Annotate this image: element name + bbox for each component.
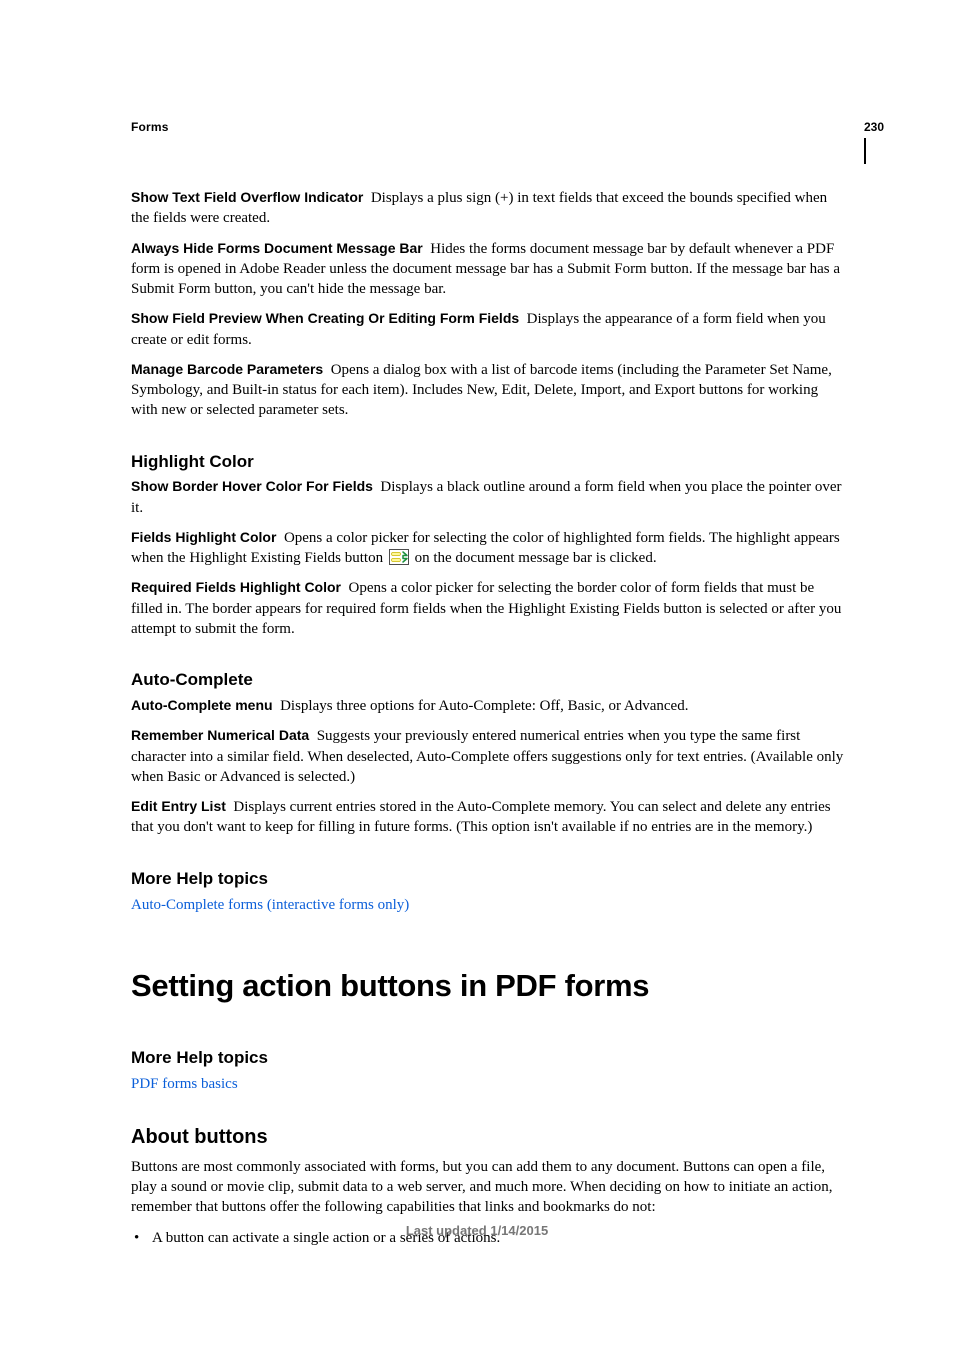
def-text: Displays current entries stored in the A… <box>131 799 831 835</box>
def-text-post: on the document message bar is clicked. <box>415 550 657 566</box>
def-term: Show Text Field Overflow Indicator <box>131 189 363 205</box>
heading-setting-action-buttons: Setting action buttons in PDF forms <box>131 965 847 1007</box>
page-number-rule <box>864 138 866 164</box>
more-help-1-link-row: Auto-Complete forms (interactive forms o… <box>131 895 847 915</box>
heading-highlight-color: Highlight Color <box>131 451 847 474</box>
footer-last-updated: Last updated 1/14/2015 <box>0 1223 954 1238</box>
content: Show Text Field Overflow Indicator Displ… <box>131 188 847 1248</box>
def-term: Fields Highlight Color <box>131 529 276 545</box>
def-term: Edit Entry List <box>131 798 226 814</box>
def-overflow: Show Text Field Overflow Indicator Displ… <box>131 188 847 229</box>
link-pdf-forms-basics[interactable]: PDF forms basics <box>131 1076 238 1092</box>
heading-about-buttons: About buttons <box>131 1124 847 1151</box>
def-term: Show Border Hover Color For Fields <box>131 478 373 494</box>
def-term: Manage Barcode Parameters <box>131 361 323 377</box>
def-field-preview: Show Field Preview When Creating Or Edit… <box>131 309 847 350</box>
def-ac-remember: Remember Numerical Data Suggests your pr… <box>131 726 847 787</box>
def-hover-color: Show Border Hover Color For Fields Displ… <box>131 477 847 518</box>
def-text: Displays three options for Auto-Complete… <box>280 698 688 714</box>
def-term: Always Hide Forms Document Message Bar <box>131 240 423 256</box>
def-barcode: Manage Barcode Parameters Opens a dialog… <box>131 360 847 421</box>
highlight-fields-icon <box>389 549 409 565</box>
breadcrumb: Forms <box>131 120 847 134</box>
def-term: Remember Numerical Data <box>131 727 309 743</box>
def-required-highlight-color: Required Fields Highlight Color Opens a … <box>131 578 847 639</box>
page: 230 Forms Show Text Field Overflow Indic… <box>0 0 954 1350</box>
heading-auto-complete: Auto-Complete <box>131 669 847 692</box>
def-fields-highlight-color: Fields Highlight Color Opens a color pic… <box>131 528 847 569</box>
page-number: 230 <box>864 120 884 134</box>
def-hide-msgbar: Always Hide Forms Document Message Bar H… <box>131 239 847 300</box>
def-term: Auto-Complete menu <box>131 697 273 713</box>
def-term: Required Fields Highlight Color <box>131 579 341 595</box>
link-auto-complete-forms[interactable]: Auto-Complete forms (interactive forms o… <box>131 897 409 913</box>
heading-more-help-1: More Help topics <box>131 868 847 891</box>
def-ac-edit: Edit Entry List Displays current entries… <box>131 797 847 838</box>
heading-more-help-2: More Help topics <box>131 1047 847 1070</box>
about-buttons-para: Buttons are most commonly associated wit… <box>131 1157 847 1218</box>
def-ac-menu: Auto-Complete menu Displays three option… <box>131 696 847 716</box>
more-help-2-link-row: PDF forms basics <box>131 1074 847 1094</box>
def-term: Show Field Preview When Creating Or Edit… <box>131 310 519 326</box>
